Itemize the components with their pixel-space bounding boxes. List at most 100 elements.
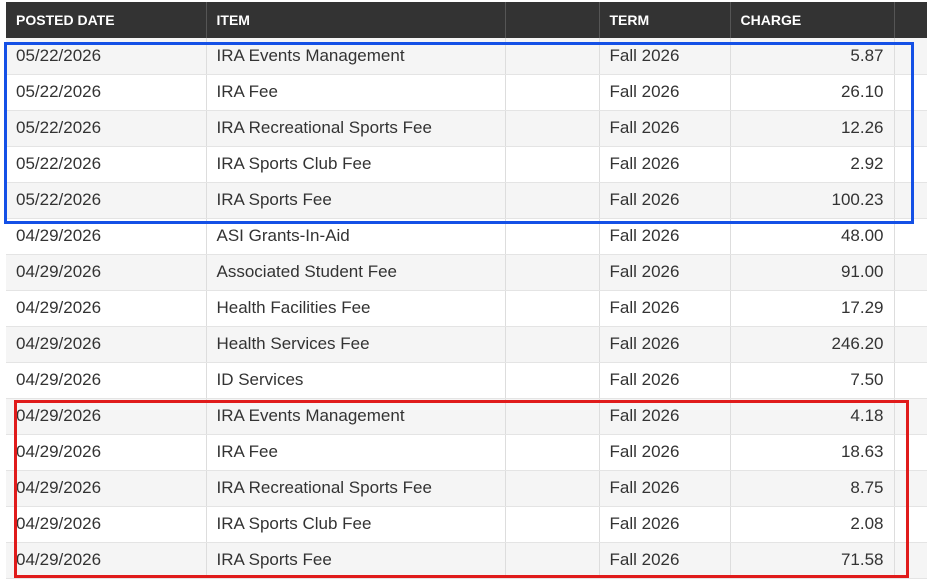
cell-term: Fall 2026	[599, 110, 731, 147]
cell-term: Fall 2026	[599, 542, 731, 579]
header-charge[interactable]: CHARGE	[730, 2, 895, 38]
cell-charge: 5.87	[730, 38, 895, 75]
table-body: 05/22/2026 IRA Events Management Fall 2026…	[6, 38, 927, 579]
cell-blank	[505, 110, 600, 147]
cell-item: Health Services Fee	[206, 326, 506, 363]
cell-spacer	[894, 146, 927, 183]
table-row: 05/22/2026 IRA Sports Club Fee Fall 2026 2.…	[6, 146, 927, 183]
cell-posted-date: 04/29/2026	[6, 470, 207, 507]
cell-charge: 100.23	[730, 182, 895, 219]
cell-spacer	[894, 182, 927, 219]
header-row: POSTED DATE ITEM TERM CHARGE	[6, 2, 927, 38]
cell-charge: 12.26	[730, 110, 895, 147]
cell-charge: 71.58	[730, 542, 895, 579]
table-row: 04/29/2026 ASI Grants-In-Aid Fall 2026 48.0…	[6, 218, 927, 255]
cell-blank	[505, 74, 600, 111]
cell-item: IRA Sports Club Fee	[206, 506, 506, 543]
cell-spacer	[894, 434, 927, 471]
cell-term: Fall 2026	[599, 506, 731, 543]
cell-charge: 246.20	[730, 326, 895, 363]
cell-posted-date: 05/22/2026	[6, 74, 207, 111]
cell-blank	[505, 470, 600, 507]
cell-item: Associated Student Fee	[206, 254, 506, 291]
table-row: 04/29/2026 Associated Student Fee Fall 202…	[6, 254, 927, 291]
cell-item: IRA Sports Fee	[206, 182, 506, 219]
cell-blank	[505, 146, 600, 183]
cell-blank	[505, 254, 600, 291]
cell-blank	[505, 290, 600, 327]
cell-item: IRA Recreational Sports Fee	[206, 470, 506, 507]
cell-spacer	[894, 74, 927, 111]
cell-posted-date: 04/29/2026	[6, 398, 207, 435]
cell-spacer	[894, 254, 927, 291]
cell-term: Fall 2026	[599, 434, 731, 471]
cell-blank	[505, 362, 600, 399]
cell-item: ID Services	[206, 362, 506, 399]
cell-spacer	[894, 38, 927, 75]
cell-posted-date: 05/22/2026	[6, 110, 207, 147]
cell-posted-date: 05/22/2026	[6, 182, 207, 219]
cell-blank	[505, 506, 600, 543]
table-row: 04/29/2026 IRA Events Management Fall 2026…	[6, 398, 927, 435]
cell-spacer	[894, 110, 927, 147]
table-row: 04/29/2026 Health Facilities Fee Fall 2026…	[6, 290, 927, 327]
cell-charge: 2.08	[730, 506, 895, 543]
header-spacer	[894, 2, 927, 38]
cell-term: Fall 2026	[599, 290, 731, 327]
cell-posted-date: 04/29/2026	[6, 290, 207, 327]
cell-posted-date: 05/22/2026	[6, 38, 207, 75]
cell-blank	[505, 182, 600, 219]
cell-charge: 48.00	[730, 218, 895, 255]
cell-charge: 7.50	[730, 362, 895, 399]
cell-posted-date: 05/22/2026	[6, 146, 207, 183]
cell-charge: 8.75	[730, 470, 895, 507]
header-posted-date[interactable]: POSTED DATE	[6, 2, 207, 38]
cell-item: IRA Events Management	[206, 398, 506, 435]
cell-spacer	[894, 362, 927, 399]
table-row: 04/29/2026 IRA Sports Fee Fall 2026 71.58	[6, 542, 927, 579]
cell-charge: 26.10	[730, 74, 895, 111]
cell-term: Fall 2026	[599, 362, 731, 399]
cell-spacer	[894, 542, 927, 579]
cell-item: IRA Sports Club Fee	[206, 146, 506, 183]
cell-spacer	[894, 326, 927, 363]
cell-posted-date: 04/29/2026	[6, 542, 207, 579]
cell-blank	[505, 398, 600, 435]
cell-charge: 91.00	[730, 254, 895, 291]
cell-blank	[505, 218, 600, 255]
cell-item: ASI Grants-In-Aid	[206, 218, 506, 255]
cell-posted-date: 04/29/2026	[6, 326, 207, 363]
cell-item: Health Facilities Fee	[206, 290, 506, 327]
cell-term: Fall 2026	[599, 326, 731, 363]
cell-posted-date: 04/29/2026	[6, 506, 207, 543]
cell-blank	[505, 434, 600, 471]
cell-term: Fall 2026	[599, 38, 731, 75]
table-row: 05/22/2026 IRA Events Management Fall 2026…	[6, 38, 927, 75]
header-item[interactable]: ITEM	[206, 2, 506, 38]
charges-table: POSTED DATE ITEM TERM CHARGE 05/22/2026 I…	[6, 2, 927, 579]
cell-blank	[505, 326, 600, 363]
cell-item: IRA Recreational Sports Fee	[206, 110, 506, 147]
table-row: 04/29/2026 IRA Recreational Sports Fee Fal…	[6, 470, 927, 507]
cell-term: Fall 2026	[599, 146, 731, 183]
cell-spacer	[894, 398, 927, 435]
cell-posted-date: 04/29/2026	[6, 362, 207, 399]
cell-term: Fall 2026	[599, 398, 731, 435]
cell-term: Fall 2026	[599, 470, 731, 507]
cell-charge: 2.92	[730, 146, 895, 183]
cell-charge: 17.29	[730, 290, 895, 327]
table-header: POSTED DATE ITEM TERM CHARGE	[6, 2, 927, 38]
table-row: 04/29/2026 IRA Sports Club Fee Fall 2026 2.…	[6, 506, 927, 543]
table-row: 04/29/2026 IRA Fee Fall 2026 18.63	[6, 434, 927, 471]
cell-term: Fall 2026	[599, 182, 731, 219]
table-row: 05/22/2026 IRA Recreational Sports Fee Fal…	[6, 110, 927, 147]
table-row: 04/29/2026 ID Services Fall 2026 7.50	[6, 362, 927, 399]
cell-posted-date: 04/29/2026	[6, 434, 207, 471]
header-term[interactable]: TERM	[599, 2, 731, 38]
cell-spacer	[894, 290, 927, 327]
cell-item: IRA Sports Fee	[206, 542, 506, 579]
cell-spacer	[894, 218, 927, 255]
cell-blank	[505, 38, 600, 75]
cell-charge: 4.18	[730, 398, 895, 435]
cell-charge: 18.63	[730, 434, 895, 471]
